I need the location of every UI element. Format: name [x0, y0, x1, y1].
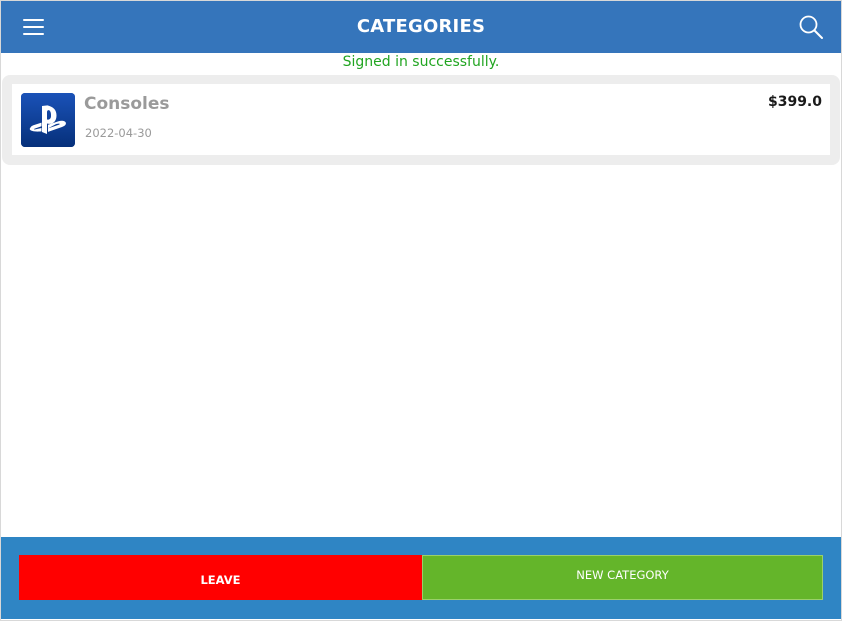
item-name: Consoles	[84, 94, 170, 114]
category-list: Consoles 2022-04-30 $399.0	[2, 75, 840, 165]
item-date: 2022-04-30	[85, 126, 152, 140]
flash-message: Signed in successfully.	[342, 54, 500, 70]
playstation-logo-icon	[21, 93, 75, 147]
search-icon[interactable]	[797, 13, 825, 41]
top-app-bar: CATEGORIES	[1, 1, 841, 53]
item-price: $399.0	[767, 94, 822, 110]
list-item[interactable]: Consoles 2022-04-30 $399.0	[12, 84, 830, 155]
leave-button[interactable]: LEAVE	[19, 555, 422, 600]
new-category-button[interactable]: NEW CATEGORY	[422, 555, 823, 600]
page-title: CATEGORIES	[356, 16, 486, 37]
bottom-action-bar: LEAVE NEW CATEGORY	[1, 537, 841, 619]
